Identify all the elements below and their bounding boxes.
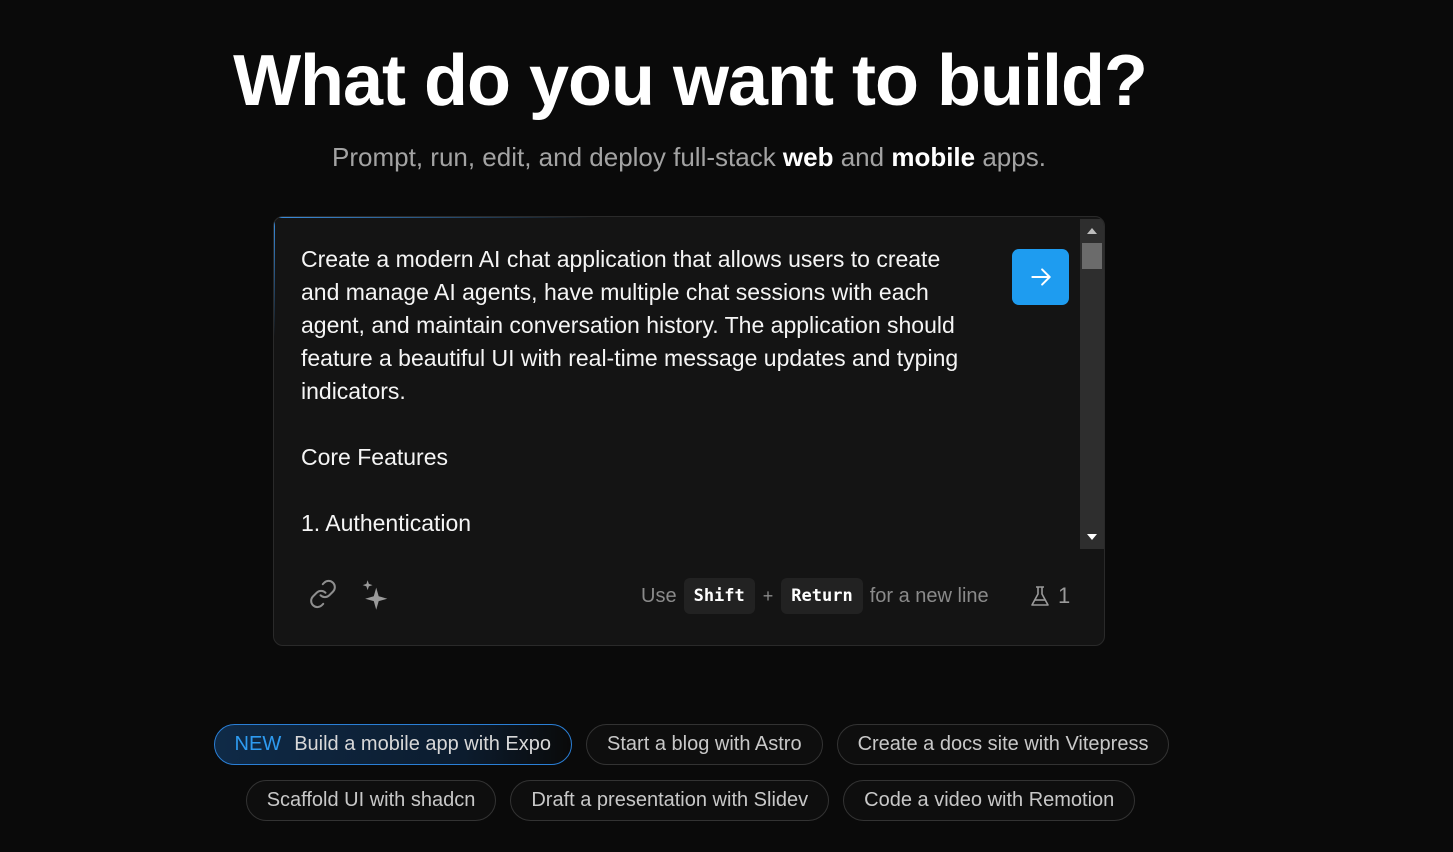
suggestions-row-1: NEW Build a mobile app with Expo Start a… [0, 724, 1418, 765]
suggestion-expo[interactable]: NEW Build a mobile app with Expo [213, 724, 573, 765]
scroll-thumb[interactable] [1082, 243, 1102, 269]
sparkle-icon[interactable] [360, 579, 390, 611]
suggestions-row-2: Scaffold UI with shadcn Draft a presenta… [0, 780, 1417, 821]
subtitle-suffix: apps. [975, 142, 1046, 172]
subtitle-mobile: mobile [891, 142, 976, 172]
subtitle-and: and [833, 142, 892, 172]
suggestion-remotion[interactable]: Code a video with Remotion [843, 780, 1136, 821]
arrow-right-icon [1030, 268, 1051, 286]
counter-value: 1 [1058, 583, 1071, 608]
link-icon[interactable] [308, 579, 338, 609]
page-title: What do you want to build? [233, 41, 1148, 121]
subtitle-prefix: Prompt, run, edit, and deploy full-stack [332, 142, 783, 172]
page: What do you want to build? Prompt, run, … [0, 0, 1453, 852]
new-badge: NEW [234, 733, 282, 755]
suggestion-slidev[interactable]: Draft a presentation with Slidev [510, 780, 830, 821]
suggestion-label: Build a mobile app with Expo [294, 733, 552, 755]
counter-button[interactable]: 1 [1030, 581, 1070, 611]
suggestion-astro[interactable]: Start a blog with Astro [586, 724, 823, 765]
key-shift: Shift [683, 578, 755, 614]
page-subtitle: Prompt, run, edit, and deploy full-stack… [0, 142, 1378, 173]
subtitle-web: web [782, 142, 834, 172]
prompt-textarea[interactable]: Create a modern AI chat application that… [301, 243, 961, 549]
hint-use: Use [641, 584, 677, 607]
key-plus: + [762, 585, 774, 606]
flask-icon [1031, 586, 1049, 606]
key-return: Return [781, 578, 863, 614]
scroll-down-arrow[interactable] [1087, 534, 1097, 540]
prompt-scrollbar[interactable] [1080, 219, 1104, 549]
suggestion-shadcn[interactable]: Scaffold UI with shadcn [245, 780, 497, 821]
newline-hint: Use Shift + Return for a new line [641, 577, 989, 615]
prompt-box: Create a modern AI chat application that… [273, 216, 1105, 646]
scroll-up-arrow[interactable] [1087, 228, 1097, 234]
suggestion-vitepress[interactable]: Create a docs site with Vitepress [836, 724, 1170, 765]
hint-tail: for a new line [869, 584, 989, 607]
send-button[interactable] [1012, 249, 1069, 305]
